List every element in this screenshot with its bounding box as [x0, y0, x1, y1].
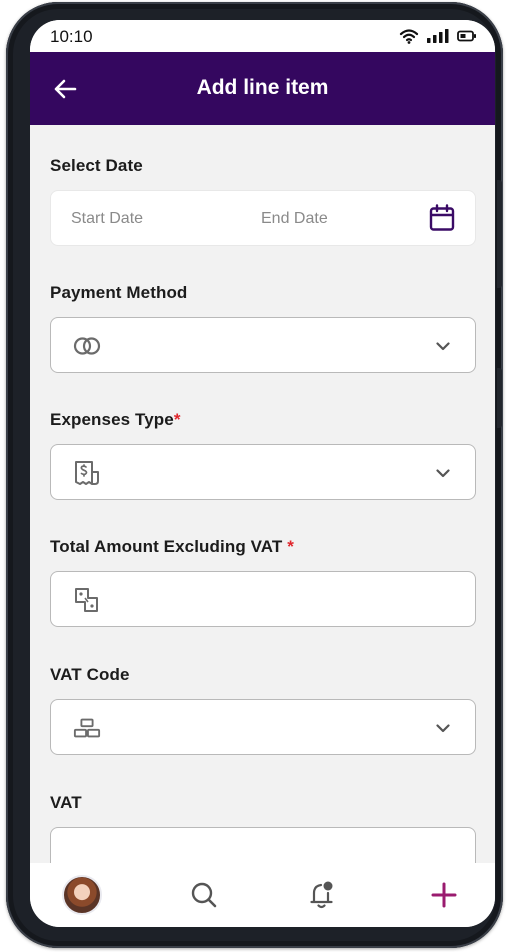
chevron-down-icon [433, 718, 453, 738]
status-time: 10:10 [50, 27, 93, 46]
wifi-icon [399, 29, 419, 44]
total-amount-label: Total Amount Excluding VAT * [50, 537, 294, 556]
phone-frame: 10:10 Add line item Select Date Start Da… [6, 2, 503, 948]
required-mark: * [173, 410, 181, 429]
notification-bell-icon [310, 881, 333, 909]
status-icons [399, 28, 477, 44]
chevron-down-icon [433, 463, 453, 483]
date-range-field[interactable]: Start Date End Date [50, 190, 476, 246]
screen: 10:10 Add line item Select Date Start Da… [30, 20, 495, 927]
required-mark: * [287, 537, 294, 556]
nav-profile[interactable] [60, 873, 104, 917]
calendar-icon[interactable] [429, 204, 455, 232]
end-date-input[interactable]: End Date [261, 210, 328, 228]
nav-add[interactable] [422, 873, 466, 917]
amount-icon [73, 587, 101, 613]
total-amount-input[interactable] [50, 571, 476, 627]
nav-notifications[interactable] [300, 873, 344, 917]
nav-search[interactable] [182, 873, 226, 917]
page-title: Add line item [196, 76, 329, 99]
vat-label: VAT [50, 793, 82, 812]
vat-code-label: VAT Code [50, 665, 130, 684]
power-button [497, 368, 502, 428]
payment-method-select[interactable] [50, 317, 476, 373]
receipt-icon [73, 460, 101, 486]
start-date-input[interactable]: Start Date [71, 210, 143, 228]
chevron-down-icon [433, 336, 453, 356]
bottom-nav [30, 863, 495, 927]
expenses-type-select[interactable] [50, 444, 476, 500]
app-header: Add line item [30, 52, 495, 125]
avatar [62, 875, 102, 915]
vat-code-select[interactable] [50, 699, 476, 755]
add-icon [431, 882, 457, 908]
volume-button [497, 180, 502, 288]
status-bar: 10:10 [30, 20, 495, 52]
search-icon [191, 882, 217, 908]
blocks-icon [73, 715, 101, 741]
expenses-type-label: Expenses Type* [50, 410, 181, 429]
card-rings-icon [73, 333, 101, 359]
battery-icon [457, 30, 476, 42]
payment-method-label: Payment Method [50, 283, 188, 302]
signal-icon [427, 29, 449, 43]
select-date-label: Select Date [50, 156, 143, 175]
